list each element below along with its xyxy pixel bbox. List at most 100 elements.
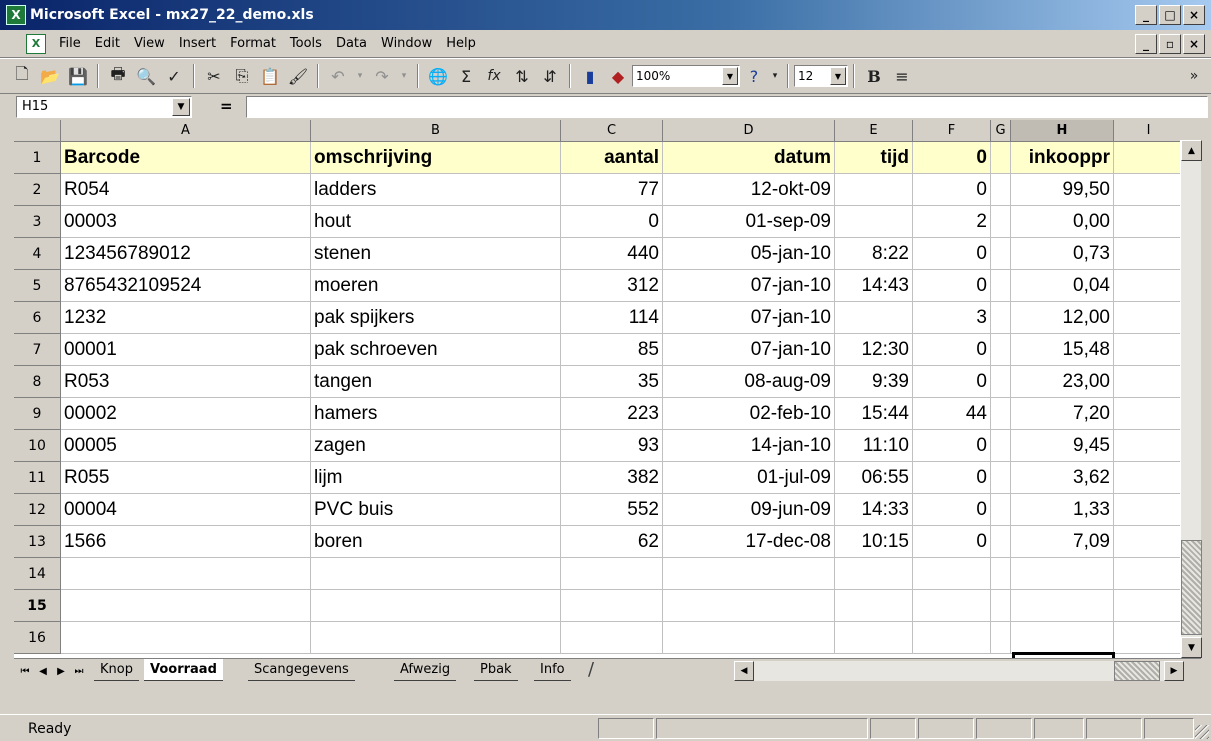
prev-sheet-icon[interactable]: ◀ (34, 662, 52, 680)
cell-b15[interactable] (311, 590, 561, 622)
function-icon[interactable]: fx (481, 63, 507, 89)
zoom-select[interactable]: 100% ▼ (632, 65, 740, 87)
cell-a11[interactable]: R055 (61, 462, 311, 494)
cell-h16[interactable] (1011, 622, 1114, 654)
cell-h5[interactable]: 0,04 (1011, 270, 1114, 302)
cell-i10[interactable] (1114, 430, 1180, 462)
close-button[interactable]: × (1183, 5, 1205, 25)
row-header-5[interactable]: 5 (14, 270, 61, 302)
doc-minimize-button[interactable]: _ (1135, 34, 1157, 54)
cell-g10[interactable] (991, 430, 1011, 462)
cell-i8[interactable] (1114, 366, 1180, 398)
column-header-f[interactable]: F (913, 120, 991, 142)
cell-f13[interactable]: 0 (913, 526, 991, 558)
cell-d3[interactable]: 01-sep-09 (663, 206, 835, 238)
bold-button[interactable]: B (861, 63, 887, 89)
redo-icon[interactable]: ↷ (369, 63, 395, 89)
cell-b8[interactable]: tangen (311, 366, 561, 398)
cell-f9[interactable]: 44 (913, 398, 991, 430)
cell-i5[interactable] (1114, 270, 1180, 302)
cell-f7[interactable]: 0 (913, 334, 991, 366)
cell-d10[interactable]: 14-jan-10 (663, 430, 835, 462)
cell-h2[interactable]: 99,50 (1011, 174, 1114, 206)
cell-a3[interactable]: 00003 (61, 206, 311, 238)
cell-e11[interactable]: 06:55 (835, 462, 913, 494)
sort-descending-icon[interactable]: ⇵ (537, 63, 563, 89)
align-justify-icon[interactable]: ≡ (889, 63, 915, 89)
scroll-left-icon[interactable]: ◀ (734, 661, 754, 681)
cell-c7[interactable]: 85 (561, 334, 663, 366)
cell-e13[interactable]: 10:15 (835, 526, 913, 558)
cell-i16[interactable] (1114, 622, 1180, 654)
cell-f2[interactable]: 0 (913, 174, 991, 206)
sheet-tab-knop[interactable]: Knop (94, 659, 139, 681)
cell-b4[interactable]: stenen (311, 238, 561, 270)
cell-f14[interactable] (913, 558, 991, 590)
cell-h9[interactable]: 7,20 (1011, 398, 1114, 430)
cell-c5[interactable]: 312 (561, 270, 663, 302)
column-header-b[interactable]: B (311, 120, 561, 142)
cell-c8[interactable]: 35 (561, 366, 663, 398)
cell-e15[interactable] (835, 590, 913, 622)
cell-i4[interactable] (1114, 238, 1180, 270)
sheet-tab-scangegevens[interactable]: Scangegevens (248, 659, 355, 681)
cell-g3[interactable] (991, 206, 1011, 238)
cell-f6[interactable]: 3 (913, 302, 991, 334)
resize-grip-icon[interactable] (1195, 725, 1209, 739)
cell-f3[interactable]: 2 (913, 206, 991, 238)
name-box[interactable]: H15 ▼ (16, 96, 192, 118)
print-icon[interactable]: 🖶 (105, 63, 131, 89)
cell-e2[interactable] (835, 174, 913, 206)
cell-h1[interactable]: inkooppr (1011, 142, 1114, 174)
cell-d7[interactable]: 07-jan-10 (663, 334, 835, 366)
font-size-select[interactable]: 12 ▼ (794, 65, 848, 87)
cell-f11[interactable]: 0 (913, 462, 991, 494)
copy-icon[interactable]: ⎘ (229, 63, 255, 89)
chevron-down-icon[interactable]: ▼ (722, 67, 738, 85)
format-painter-icon[interactable]: 🖌 (285, 63, 311, 89)
menu-help[interactable]: Help (439, 36, 483, 51)
formula-input[interactable] (246, 96, 1208, 118)
cell-a15[interactable] (61, 590, 311, 622)
cell-a14[interactable] (61, 558, 311, 590)
horizontal-scrollbar[interactable]: ◀ ▶ (734, 661, 1184, 681)
cell-d2[interactable]: 12-okt-09 (663, 174, 835, 206)
menu-file[interactable]: File (52, 36, 88, 51)
undo-icon[interactable]: ↶ (325, 63, 351, 89)
cell-f15[interactable] (913, 590, 991, 622)
cell-e3[interactable] (835, 206, 913, 238)
cell-d9[interactable]: 02-feb-10 (663, 398, 835, 430)
cell-g6[interactable] (991, 302, 1011, 334)
cell-i12[interactable] (1114, 494, 1180, 526)
select-all-corner[interactable] (14, 120, 61, 142)
row-header-12[interactable]: 12 (14, 494, 61, 526)
cell-h14[interactable] (1011, 558, 1114, 590)
column-header-i[interactable]: I (1114, 120, 1180, 142)
new-document-icon[interactable]: 🗋 (9, 63, 35, 89)
cell-c14[interactable] (561, 558, 663, 590)
cell-h15[interactable] (1011, 590, 1114, 622)
cell-g12[interactable] (991, 494, 1011, 526)
cell-b16[interactable] (311, 622, 561, 654)
cell-b10[interactable]: zagen (311, 430, 561, 462)
cell-b11[interactable]: lijm (311, 462, 561, 494)
print-preview-icon[interactable]: 🔍 (133, 63, 159, 89)
cell-f12[interactable]: 0 (913, 494, 991, 526)
cell-d5[interactable]: 07-jan-10 (663, 270, 835, 302)
cell-e10[interactable]: 11:10 (835, 430, 913, 462)
cell-a2[interactable]: R054 (61, 174, 311, 206)
row-header-9[interactable]: 9 (14, 398, 61, 430)
cell-a10[interactable]: 00005 (61, 430, 311, 462)
cell-a7[interactable]: 00001 (61, 334, 311, 366)
excel-app-icon[interactable]: X (6, 5, 26, 25)
sheet-tab-afwezig[interactable]: Afwezig (394, 659, 457, 681)
cell-c15[interactable] (561, 590, 663, 622)
menu-window[interactable]: Window (374, 36, 439, 51)
vertical-scrollbar[interactable]: ▲ ▼ (1180, 140, 1202, 658)
row-header-1[interactable]: 1 (14, 142, 61, 174)
cell-d11[interactable]: 01-jul-09 (663, 462, 835, 494)
cell-h13[interactable]: 7,09 (1011, 526, 1114, 558)
cell-a16[interactable] (61, 622, 311, 654)
cell-i3[interactable] (1114, 206, 1180, 238)
column-header-c[interactable]: C (561, 120, 663, 142)
